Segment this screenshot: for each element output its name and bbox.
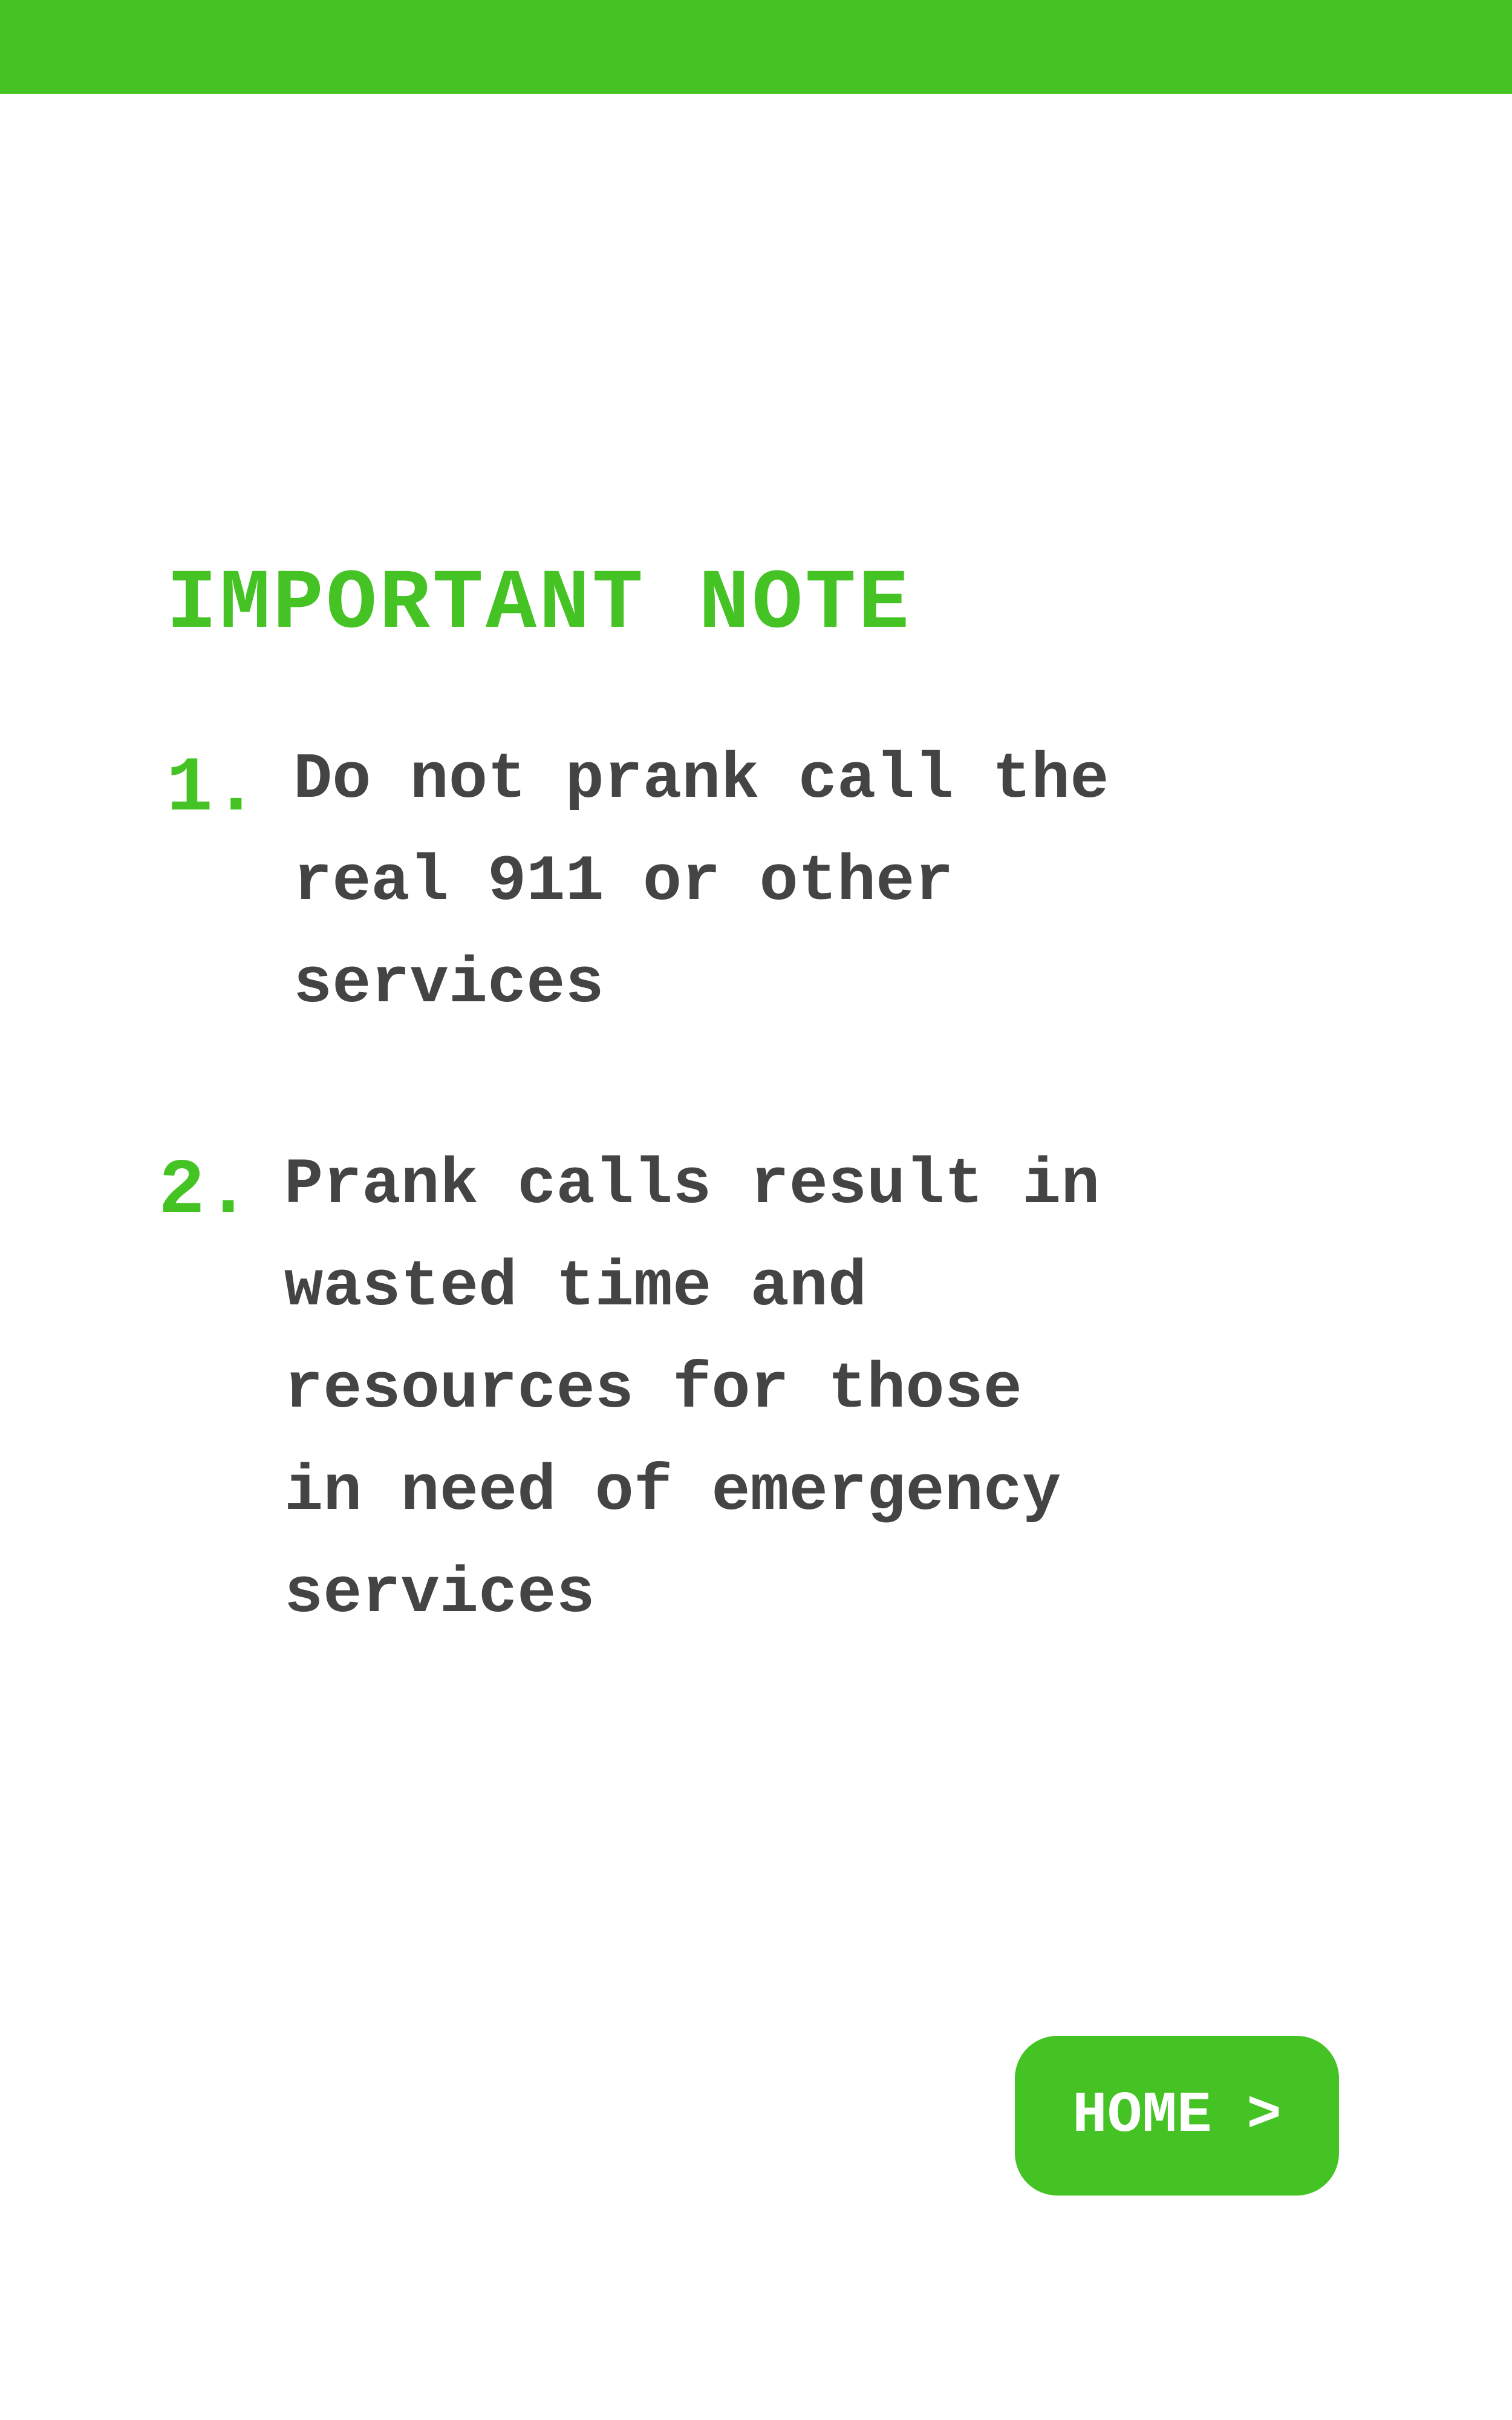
top-bar [0, 0, 1512, 94]
note-2-line-4: in need of emergency [284, 1456, 1061, 1529]
note-1-line-1: Do not prank call the [293, 744, 1109, 817]
important-note-screen: IMPORTANT NOTE 1. Do not prank call the … [0, 0, 1512, 2420]
home-button[interactable]: HOME > [1015, 2036, 1339, 2196]
note-1-line-3: services [293, 948, 604, 1021]
note-text-2: Prank calls result in wasted time and re… [284, 1134, 1433, 1646]
note-2-line-1: Prank calls result in [284, 1149, 1100, 1222]
note-number-1: 1. [166, 745, 259, 833]
page-title: IMPORTANT NOTE [166, 557, 912, 653]
note-2-line-2: wasted time and [284, 1251, 867, 1324]
note-text-1: Do not prank call the real 911 or other … [293, 729, 1442, 1036]
note-2-line-3: resources for those [284, 1353, 1022, 1427]
note-2-line-5: services [284, 1558, 595, 1631]
note-number-2: 2. [158, 1148, 252, 1235]
note-1-line-2: real 911 or other [293, 846, 954, 919]
